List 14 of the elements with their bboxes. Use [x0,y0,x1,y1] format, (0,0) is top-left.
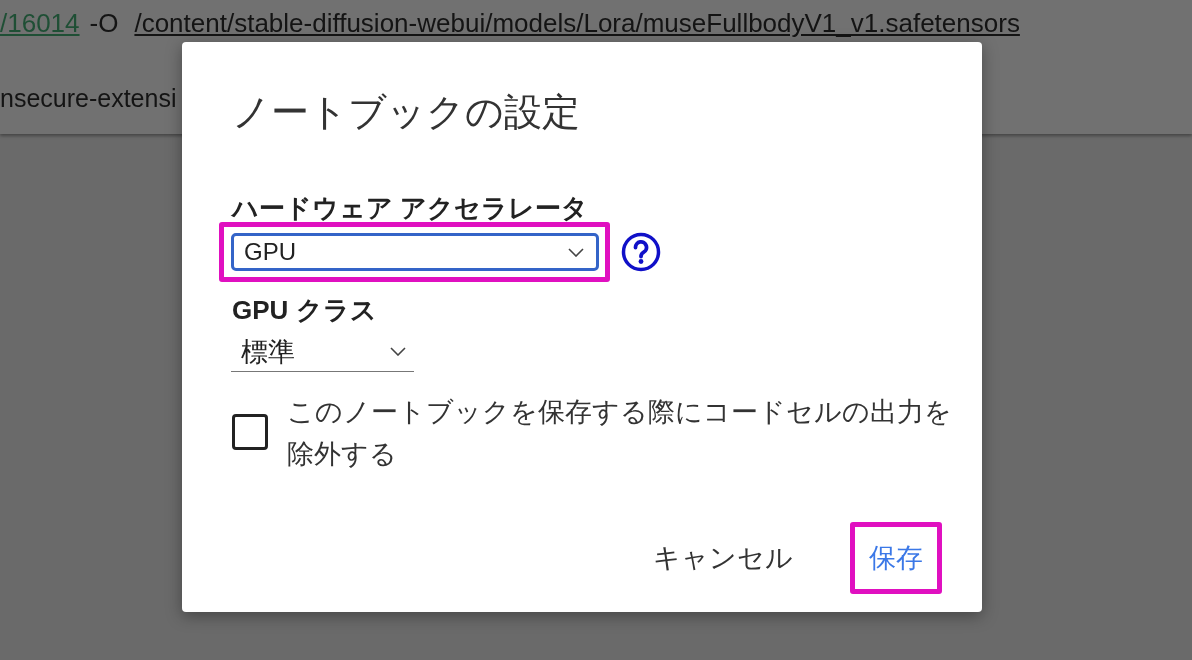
chevron-down-icon [568,247,584,257]
cancel-button[interactable]: キャンセル [644,532,802,584]
dropdown[interactable]: 標準 [231,332,414,372]
help-icon[interactable] [621,232,661,272]
option-text: -O [89,12,119,34]
output-text: nsecure-extensi [0,87,177,109]
checkbox[interactable] [232,414,268,450]
chevron-down-icon [390,347,406,356]
save-button[interactable]: 保存 [860,532,932,584]
checkbox-label: このノートブックを保存する際にコードセルの出力を除外する [287,396,953,471]
field-label: GPU クラス [232,294,377,326]
field-label: ハードウェア アクセラレータ [232,192,589,224]
dropdown[interactable]: GPU [231,233,599,271]
dialog-title: ノートブックの設定 [232,90,580,135]
